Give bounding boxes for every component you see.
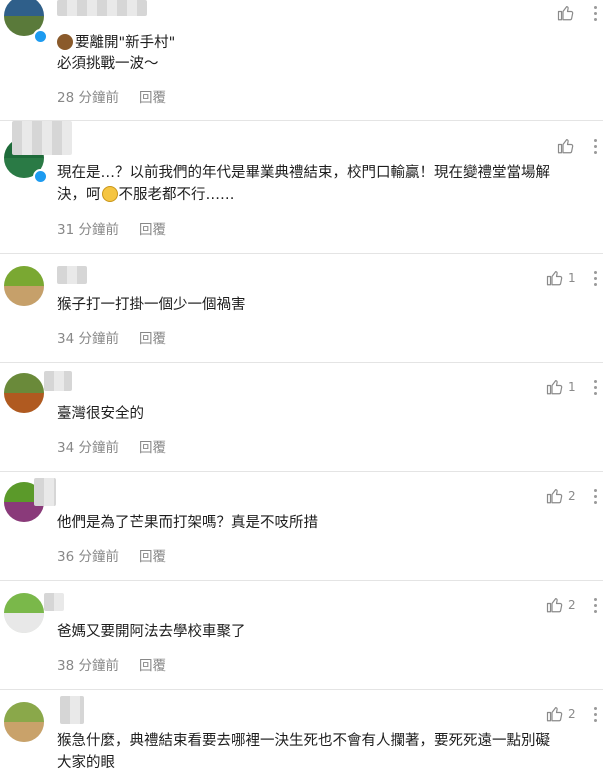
comment-item: 要離開"新手村" 必須挑戰一波～ 28 分鐘前 回覆 — [0, 0, 603, 120]
more-options-icon[interactable] — [594, 380, 598, 398]
username-blurred[interactable] — [34, 478, 56, 506]
username-blurred[interactable] — [60, 696, 84, 724]
comment-text: 猴子打一打掛一個少一個禍害 — [57, 297, 246, 313]
like-button[interactable] — [557, 4, 579, 22]
comment-time: 38 分鐘前 — [57, 658, 119, 674]
thumbs-up-icon — [546, 598, 563, 613]
comment-meta: 34 分鐘前 回覆 — [57, 436, 166, 456]
like-button[interactable]: 1 — [546, 378, 576, 396]
avatar[interactable] — [4, 702, 44, 742]
username-blurred[interactable] — [12, 121, 72, 155]
comment-time: 34 分鐘前 — [57, 440, 119, 456]
reply-button[interactable]: 回覆 — [139, 331, 166, 347]
comment-time: 31 分鐘前 — [57, 222, 119, 238]
like-button[interactable] — [557, 137, 579, 155]
like-count: 1 — [568, 271, 576, 285]
comment-text-line2: 決，呵 不服老都不行…… — [57, 186, 235, 203]
like-count: 2 — [568, 707, 576, 721]
comment-text: 猴急什麼，典禮結束看要去哪裡一決生死也不會有人攔著，要死死遠一點別礙 — [57, 733, 550, 749]
more-options-icon[interactable] — [594, 707, 598, 725]
thumbs-up-icon — [557, 139, 574, 154]
comment-item: 現在是…？以前我們的年代是畢業典禮結束，校門口輸贏！現在變禮堂當場解 決，呵 不服… — [0, 121, 603, 253]
like-button[interactable]: 2 — [546, 705, 576, 723]
comment-meta: 28 分鐘前 回覆 — [57, 86, 166, 106]
comment-text-line2: 大家的眼 — [57, 755, 115, 771]
reply-button[interactable]: 回覆 — [139, 222, 166, 238]
comment-meta: 36 分鐘前 回覆 — [57, 545, 166, 565]
reply-button[interactable]: 回覆 — [139, 90, 166, 106]
comment-time: 28 分鐘前 — [57, 90, 119, 106]
reply-button[interactable]: 回覆 — [139, 440, 166, 456]
comment-item: 2 爸媽又要開阿法去學校車聚了 38 分鐘前 回覆 — [0, 581, 603, 689]
username-blurred[interactable] — [57, 0, 147, 16]
monkey-emoji-icon — [57, 34, 73, 50]
comment-item: 2 猴急什麼，典禮結束看要去哪裡一決生死也不會有人攔著，要死死遠一點別礙 大家的… — [0, 690, 603, 776]
comment-time: 34 分鐘前 — [57, 331, 119, 347]
more-options-icon[interactable] — [594, 271, 598, 289]
more-options-icon[interactable] — [594, 139, 598, 157]
thumbs-up-icon — [546, 707, 563, 722]
like-count: 1 — [568, 380, 576, 394]
like-count: 2 — [568, 489, 576, 503]
thumbs-up-icon — [546, 271, 563, 286]
username-blurred[interactable] — [57, 266, 87, 284]
like-button[interactable]: 1 — [546, 269, 576, 287]
comment-item: 1 猴子打一打掛一個少一個禍害 34 分鐘前 回覆 — [0, 254, 603, 362]
comment-meta: 31 分鐘前 回覆 — [57, 218, 166, 238]
avatar[interactable] — [4, 373, 44, 413]
comment-text: 臺灣很安全的 — [57, 406, 144, 422]
more-options-icon[interactable] — [594, 489, 598, 507]
comment-text: 他們是為了芒果而打架嗎？真是不吱所措 — [57, 515, 318, 531]
comment-time: 36 分鐘前 — [57, 549, 119, 565]
avatar[interactable] — [4, 593, 44, 633]
comment-item: 1 臺灣很安全的 34 分鐘前 回覆 — [0, 363, 603, 471]
username-blurred[interactable] — [44, 593, 64, 611]
comment-meta: 38 分鐘前 回覆 — [57, 654, 166, 674]
like-button[interactable]: 2 — [546, 596, 576, 614]
avatar[interactable] — [4, 266, 44, 306]
comment-text: 現在是…？以前我們的年代是畢業典禮結束，校門口輸贏！現在變禮堂當場解 — [57, 165, 550, 181]
thumbs-up-icon — [546, 489, 563, 504]
like-count: 2 — [568, 598, 576, 612]
verified-badge — [33, 169, 48, 184]
reply-button[interactable]: 回覆 — [139, 549, 166, 565]
like-button[interactable]: 2 — [546, 487, 576, 505]
thumbs-up-icon — [557, 6, 574, 21]
comment-meta: 34 分鐘前 回覆 — [57, 327, 166, 347]
comment-text: 要離開"新手村" — [57, 32, 175, 54]
verified-badge — [33, 29, 48, 44]
comment-feed: 要離開"新手村" 必須挑戰一波～ 28 分鐘前 回覆 現在是…？以前我們的年代是畢… — [0, 0, 603, 776]
comment-text-line2: 必須挑戰一波～ — [57, 56, 159, 72]
more-options-icon[interactable] — [594, 6, 598, 24]
comment-text: 爸媽又要開阿法去學校車聚了 — [57, 624, 246, 640]
more-options-icon[interactable] — [594, 598, 598, 616]
comment-item: 2 他們是為了芒果而打架嗎？真是不吱所措 36 分鐘前 回覆 — [0, 472, 603, 580]
grin-emoji-icon — [101, 186, 118, 202]
reply-button[interactable]: 回覆 — [139, 658, 166, 674]
thumbs-up-icon — [546, 380, 563, 395]
username-blurred[interactable] — [44, 371, 72, 391]
